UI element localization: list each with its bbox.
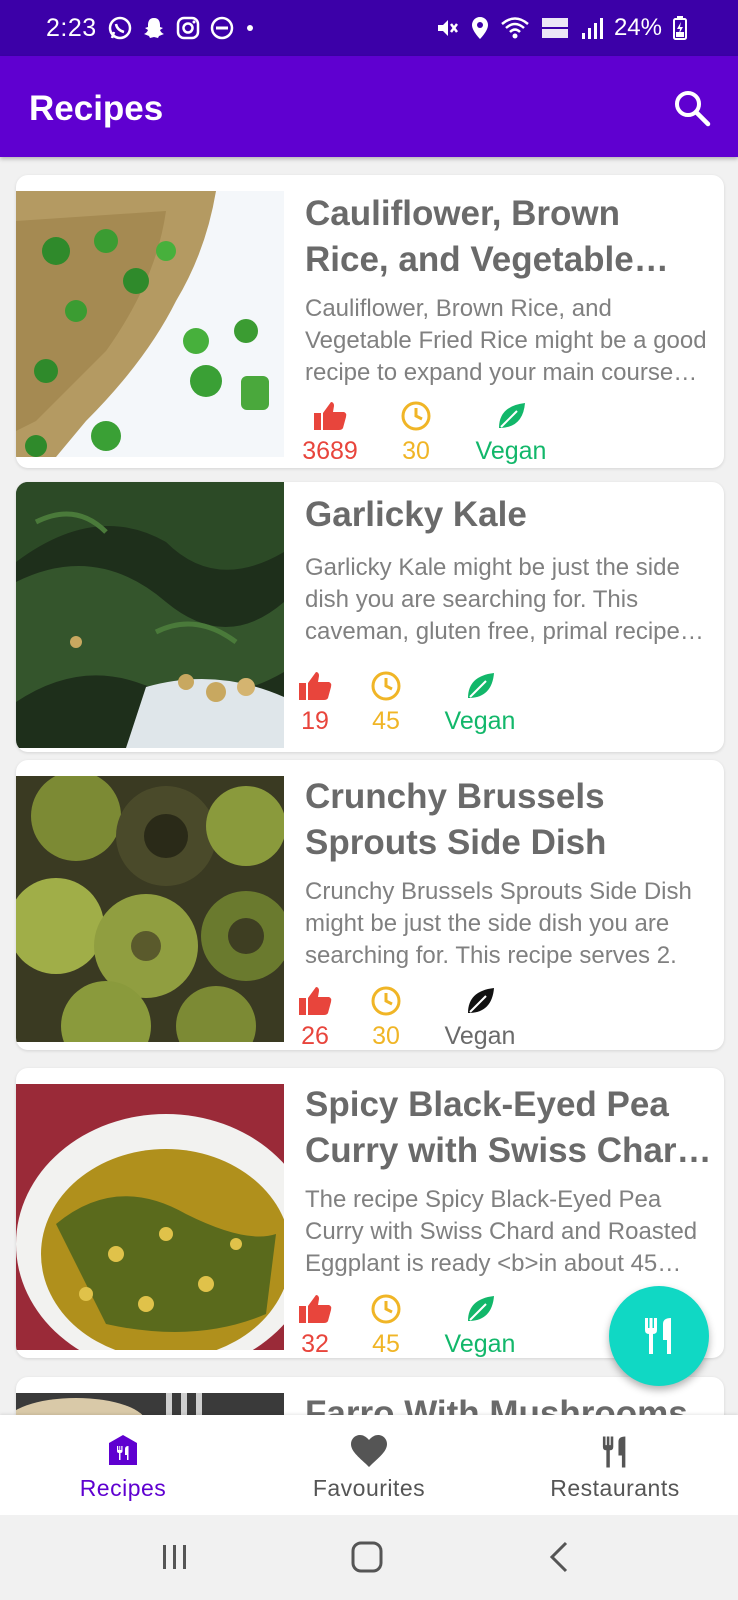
recipe-title: Spicy Black-Eyed Pea Curry with Swiss Ch… bbox=[305, 1085, 698, 1170]
nav-item-favourites[interactable]: Favourites bbox=[246, 1415, 492, 1515]
location-icon bbox=[471, 17, 488, 39]
heart-icon bbox=[351, 1435, 387, 1467]
battery-level: 24% bbox=[613, 14, 662, 41]
menu-book-icon bbox=[109, 1435, 137, 1465]
time-stat: 30 bbox=[341, 985, 431, 1050]
recipe-description: Garlicky Kale might be just the side dis… bbox=[305, 554, 680, 645]
thumb-up-icon bbox=[299, 672, 332, 700]
vegan-stat: Vegan bbox=[435, 1293, 525, 1358]
back-icon[interactable] bbox=[540, 1537, 580, 1577]
mute-icon bbox=[437, 20, 458, 36]
recipe-title: Garlicky Kale bbox=[305, 495, 527, 534]
dot-icon bbox=[247, 25, 253, 31]
recipe-card[interactable]: Cauliflower, Brown Rice, and Vegetable F… bbox=[16, 175, 724, 468]
leaf-icon bbox=[499, 403, 525, 428]
search-icon[interactable] bbox=[672, 88, 712, 128]
system-status-icons: 24% bbox=[434, 14, 688, 42]
vegan-stat: Vegan bbox=[435, 985, 525, 1050]
nav-item-recipes[interactable]: Recipes bbox=[0, 1415, 246, 1515]
snapchat-icon bbox=[144, 18, 164, 38]
notification-icons bbox=[107, 14, 257, 42]
vegan-label: Vegan bbox=[444, 1022, 516, 1050]
thumb-up-icon bbox=[299, 987, 332, 1015]
thumb-up-icon bbox=[314, 402, 347, 430]
restaurant-icon bbox=[602, 1436, 626, 1468]
status-time: 2:23 bbox=[46, 14, 97, 42]
recipe-card[interactable]: Farro With Mushrooms bbox=[16, 1377, 724, 1415]
restaurant-icon bbox=[645, 1318, 671, 1354]
recipe-description: Cauliflower, Brown Rice, and Vegetable F… bbox=[305, 295, 707, 386]
app-bar: Recipes bbox=[0, 56, 738, 157]
recipe-title: Farro With Mushrooms bbox=[305, 1394, 688, 1415]
restaurant-fab[interactable] bbox=[609, 1286, 709, 1386]
time-stat: 45 bbox=[341, 1293, 431, 1358]
recipe-card[interactable]: Crunchy Brussels Sprouts Side Dish Crunc… bbox=[16, 760, 724, 1050]
minutes-count: 45 bbox=[372, 707, 400, 735]
nav-label-restaurants: Restaurants bbox=[550, 1475, 680, 1501]
recents-icon[interactable] bbox=[155, 1537, 195, 1577]
recipe-image bbox=[16, 1393, 284, 1415]
vegan-stat: Vegan bbox=[466, 400, 556, 466]
clock-icon bbox=[371, 986, 401, 1016]
vegan-stat: Vegan bbox=[435, 670, 525, 736]
wifi-icon bbox=[501, 17, 529, 39]
likes-stat: 3689 bbox=[285, 400, 375, 466]
clock-icon bbox=[401, 401, 431, 431]
leaf-icon bbox=[468, 1296, 494, 1321]
recipe-image bbox=[16, 191, 284, 457]
leaf-icon bbox=[468, 988, 494, 1013]
vegan-label: Vegan bbox=[475, 437, 547, 465]
minutes-count: 45 bbox=[372, 1330, 400, 1358]
time-stat: 30 bbox=[371, 400, 461, 466]
whatsapp-icon bbox=[108, 16, 132, 40]
recipe-card[interactable]: Garlicky Kale Garlicky Kale might be jus… bbox=[16, 482, 724, 752]
recipe-image bbox=[16, 482, 284, 748]
home-icon[interactable] bbox=[347, 1537, 387, 1577]
signal-icon bbox=[581, 18, 603, 39]
recipe-image bbox=[16, 776, 284, 1042]
system-navigation-bar bbox=[0, 1515, 738, 1600]
nav-label-recipes: Recipes bbox=[79, 1475, 167, 1501]
minutes-count: 30 bbox=[372, 1022, 400, 1050]
recipe-title: Crunchy Brussels Sprouts Side Dish bbox=[305, 777, 607, 862]
dnd-icon bbox=[210, 16, 234, 40]
minutes-count: 30 bbox=[402, 437, 430, 465]
leaf-icon bbox=[468, 673, 494, 698]
vegan-label: Vegan bbox=[444, 1330, 516, 1358]
battery-icon bbox=[673, 16, 687, 40]
volte-icon bbox=[541, 18, 568, 38]
recipe-description: Crunchy Brussels Sprouts Side Dish might… bbox=[305, 878, 692, 969]
recipe-image bbox=[16, 1084, 284, 1350]
recipe-list[interactable]: Cauliflower, Brown Rice, and Vegetable F… bbox=[0, 157, 738, 1415]
recipe-title: Cauliflower, Brown Rice, and Vegetable F… bbox=[305, 194, 634, 279]
thumb-up-icon bbox=[299, 1295, 332, 1323]
page-title: Recipes bbox=[29, 89, 164, 128]
nav-label-favourites: Favourites bbox=[312, 1475, 426, 1501]
recipe-description: The recipe Spicy Black-Eyed Pea Curry wi… bbox=[305, 1186, 698, 1277]
time-stat: 45 bbox=[341, 670, 431, 736]
bottom-navigation: Recipes Favourites Restaurants bbox=[0, 1415, 738, 1515]
instagram-icon bbox=[176, 16, 200, 40]
clock-icon bbox=[371, 671, 401, 701]
nav-item-restaurants[interactable]: Restaurants bbox=[492, 1415, 738, 1515]
vegan-label: Vegan bbox=[444, 707, 516, 735]
likes-count: 3689 bbox=[302, 437, 358, 465]
clock-icon bbox=[371, 1294, 401, 1324]
status-bar: 2:23 24% bbox=[0, 0, 738, 56]
